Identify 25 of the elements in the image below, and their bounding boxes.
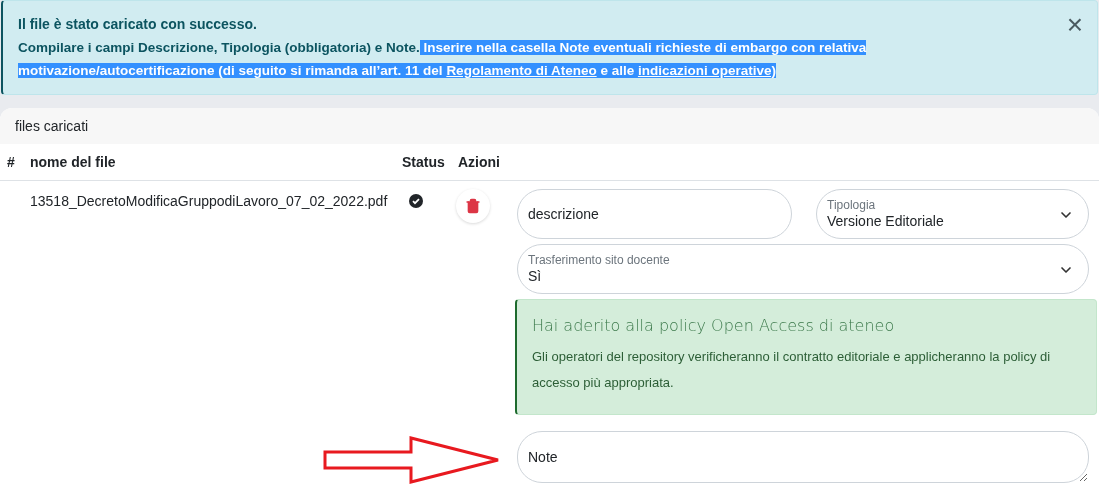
delete-button[interactable] [456, 189, 490, 223]
policy-text: Gli operatori del repository verificheranno il contratto editoriale e applicheranno la policy di accesso più appropriata. [532, 348, 1052, 392]
highlighted-text: ) [771, 63, 776, 78]
trash-icon [465, 198, 481, 214]
alert-title: Il file è stato caricato con successo. [18, 15, 257, 34]
alert-link[interactable]: indicazioni operative [637, 63, 772, 78]
file-name: 13518_DecretoModificaGruppodiLavoro_07_02_2022.pdf [29, 192, 389, 211]
card-title: files caricati [15, 116, 89, 136]
field-label: Trasferimento sito docente [528, 253, 671, 267]
column-header: # [6, 152, 16, 172]
note-field[interactable]: Note [517, 431, 1089, 483]
column-header: nome del file [29, 152, 117, 172]
column-header: Azioni [457, 152, 500, 172]
select-field[interactable]: Tipologia Versione Editoriale [816, 189, 1089, 239]
field-label: Tipologia [827, 198, 877, 212]
field-value: Sì [528, 267, 543, 285]
field-value: Versione Editoriale [827, 212, 945, 230]
select-field[interactable]: Trasferimento sito docente Sì [517, 244, 1089, 294]
description-field[interactable]: descrizione [517, 189, 792, 239]
alert-link[interactable]: Regolamento di Ateneo [446, 63, 597, 78]
policy-title: Hai aderito alla policy Open Access di ateneo [532, 315, 895, 337]
highlighted-text: e alle [596, 63, 638, 78]
column-header: Status [401, 152, 446, 172]
message-text: Compilare i campi Descrizione, Tipologia (obbligatoria) e Note. [18, 40, 420, 55]
close-button[interactable]: × [1066, 11, 1083, 39]
